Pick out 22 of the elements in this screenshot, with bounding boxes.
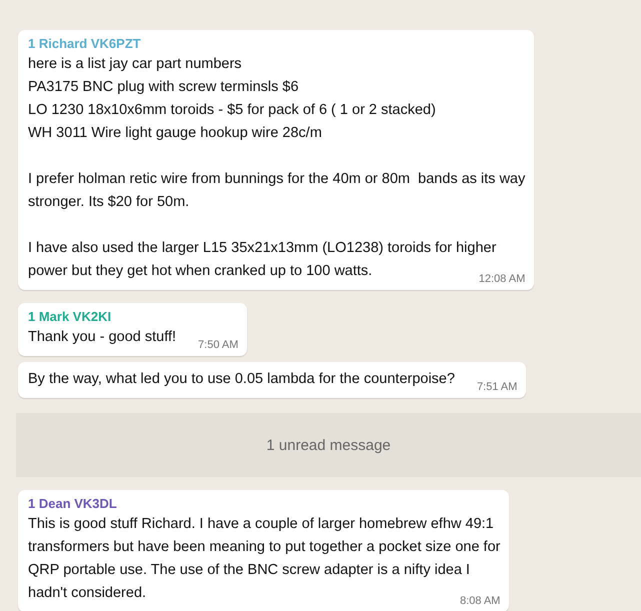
sender-name: 1 Dean VK3DL	[28, 496, 118, 511]
sender-name: 1 Mark VK2KI	[28, 309, 112, 324]
message-text: I prefer holman retic wire from bunnings for the 40m or 80m bands as its way	[28, 170, 526, 189]
message-text: I have also used the larger L15 35x21x13mm (LO1238) toroids for higher	[28, 239, 498, 258]
message-text: PA3175 BNC plug with screw terminsls $6	[28, 78, 300, 97]
message-time: 8:08 AM	[460, 595, 500, 607]
message-time: 7:51 AM	[476, 381, 518, 393]
unread-label: 1 unread message	[266, 436, 391, 454]
message-text: hadn't considered.	[28, 584, 146, 603]
message-text: QRP portable use. The use of the BNC screw adapter is a nifty idea I	[28, 561, 471, 580]
message-text: LO 1230 18x10x6mm toroids - $5 for pack of 6 ( 1 or 2 stacked)	[28, 101, 437, 120]
message-time: 12:08 AM	[478, 273, 526, 285]
message-text: Thank you - good stuff!	[28, 328, 176, 347]
message-text: transformers but have been meaning to put together a pocket size one for	[28, 538, 500, 557]
message-text: stronger. Its $20 for 50m.	[28, 193, 190, 212]
sender-name: 1 Richard VK6PZT	[28, 36, 142, 51]
message-text: This is good stuff Richard. I have a couple of larger homebrew efhw 49:1	[28, 515, 495, 534]
message-text: By the way, what led you to use 0.05 lambda for the counterpoise?	[28, 370, 455, 389]
message-text: power but they get hot when cranked up to 100 watts.	[28, 262, 372, 281]
message-text: here is a list jay car part numbers	[28, 55, 243, 74]
message-time: 7:50 AM	[198, 339, 238, 351]
message-text: WH 3011 Wire light gauge hookup wire 28c/m	[28, 124, 323, 143]
